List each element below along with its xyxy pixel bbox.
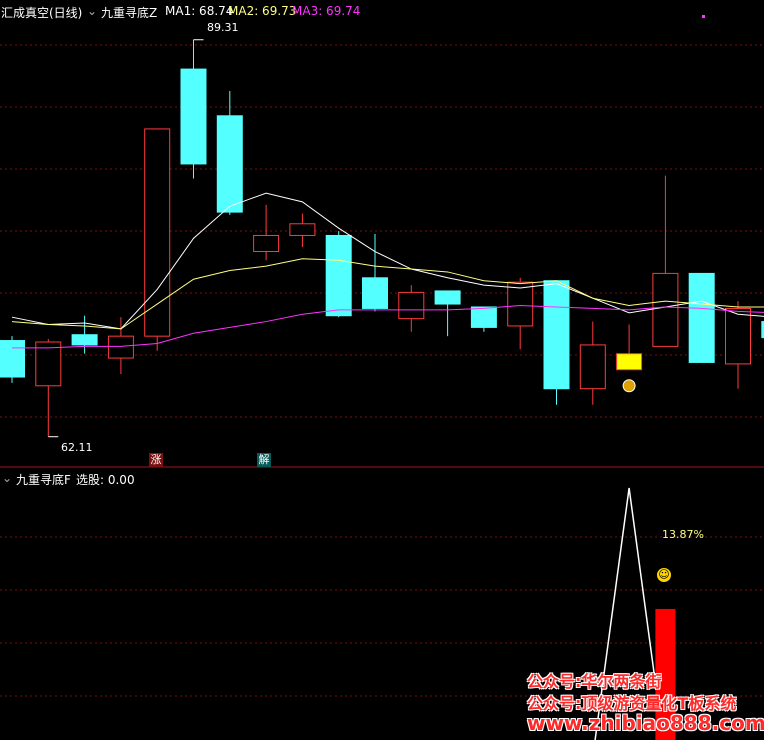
candle-body — [0, 340, 25, 378]
stock-title: 汇成真空(日线) — [1, 6, 83, 20]
candle-body — [362, 277, 388, 309]
candle-body — [434, 290, 461, 305]
ma3-readout: MA3: 69.74 — [292, 4, 361, 18]
candle-body — [579, 344, 606, 390]
candle-body — [470, 306, 497, 328]
high-price-label: 89.31 — [207, 21, 239, 34]
candle-body — [325, 234, 352, 317]
candle-body — [35, 341, 62, 387]
chevron-down-icon[interactable]: ⌄ — [87, 4, 97, 18]
candle-body — [725, 307, 751, 365]
candle-body — [107, 335, 134, 359]
smiley-icon: ☺ — [657, 568, 671, 582]
ma1-readout: MA1: 68.74 — [165, 4, 234, 18]
percent-label: 13.87% — [662, 528, 704, 541]
ma2-readout: MA2: 69.73 — [228, 4, 297, 18]
low-price-label: 62.11 — [61, 441, 93, 454]
watermark-line1: 公众号:华尔两条街 — [527, 672, 662, 691]
candle-body — [253, 234, 280, 253]
candle-body — [688, 272, 715, 363]
signal-release-marker: 解 — [257, 453, 271, 467]
sub-value-readout: 选股: 0.00 — [76, 473, 135, 487]
money-bag-icon — [622, 379, 636, 393]
candle-body — [398, 291, 425, 320]
corner-marker — [702, 15, 705, 18]
candle-body — [616, 353, 643, 371]
signal-up-marker: 涨 — [149, 453, 163, 467]
chevron-down-icon[interactable]: ⌄ — [2, 471, 12, 485]
candle-body — [216, 115, 243, 213]
candle-body — [71, 334, 98, 346]
candle-body — [652, 272, 679, 347]
candle-body — [507, 281, 534, 327]
chart-stage — [0, 15, 764, 740]
candlestick-series — [0, 39, 764, 438]
moving-average-lines — [11, 192, 764, 349]
watermark-line3: www.zhibiao888.com — [527, 711, 764, 735]
candle-body — [180, 68, 207, 165]
main-indicator-name[interactable]: 九重寻底Z — [101, 4, 157, 21]
grid-lines — [0, 44, 764, 697]
sub-indicator-name[interactable]: 九重寻底F — [16, 471, 71, 488]
candle-body — [144, 128, 171, 337]
candle-body — [289, 223, 316, 236]
candle-body — [543, 280, 570, 390]
